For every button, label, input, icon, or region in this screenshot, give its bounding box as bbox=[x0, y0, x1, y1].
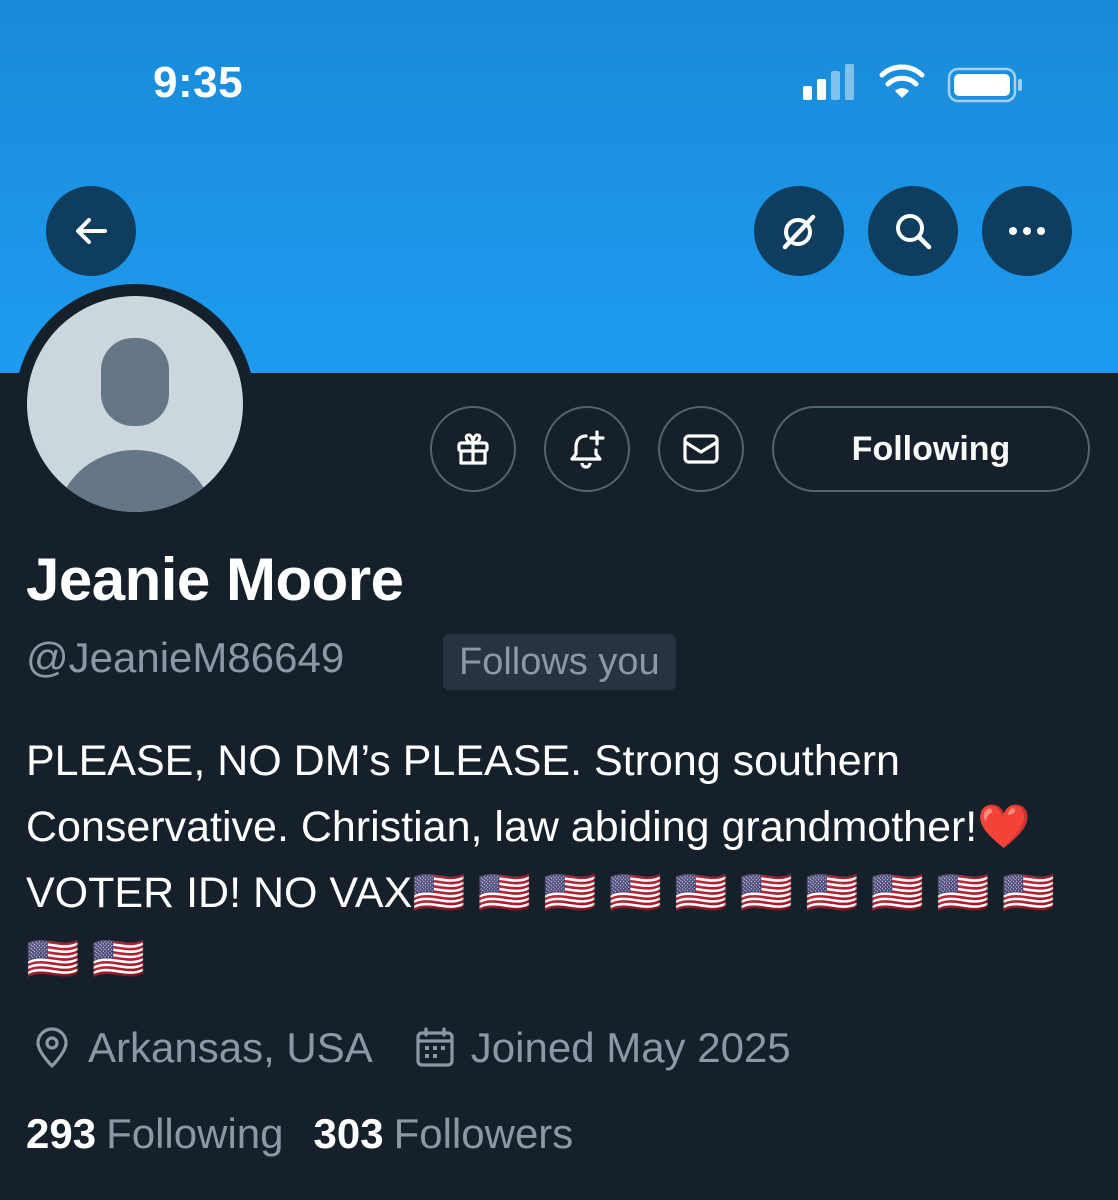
search-button[interactable] bbox=[868, 186, 958, 276]
following-count-label: Following bbox=[106, 1110, 284, 1157]
notification-button[interactable] bbox=[544, 406, 630, 492]
grok-icon bbox=[782, 214, 816, 250]
profile-meta: Arkansas, USA Joined May 2025 bbox=[30, 1018, 831, 1078]
gift-button[interactable] bbox=[430, 406, 516, 492]
avatar[interactable] bbox=[27, 296, 243, 512]
follow-counts: 293 Following 303 Followers bbox=[26, 1110, 603, 1158]
grok-button[interactable] bbox=[754, 186, 844, 276]
location-item: Arkansas, USA bbox=[30, 1024, 373, 1072]
following-button[interactable]: Following bbox=[772, 406, 1090, 492]
profile-bio: PLEASE, NO DM’s PLEASE. Strong southern … bbox=[26, 737, 1068, 983]
more-button[interactable] bbox=[982, 186, 1072, 276]
followers-count-link[interactable]: 303 Followers bbox=[314, 1110, 574, 1158]
follows-you-badge: Follows you bbox=[443, 634, 676, 690]
profile-name: Jeanie Moore bbox=[26, 546, 404, 613]
default-avatar-icon bbox=[57, 338, 213, 512]
following-count-link[interactable]: 293 Following bbox=[26, 1110, 284, 1158]
following-count: 293 bbox=[26, 1110, 97, 1157]
profile-handle: @JeanieM86649 bbox=[26, 634, 345, 681]
back-button[interactable] bbox=[46, 186, 136, 276]
status-time: 9:35 bbox=[153, 58, 244, 107]
gift-icon bbox=[457, 433, 489, 465]
more-icon bbox=[1009, 227, 1045, 235]
battery-icon bbox=[947, 67, 1022, 103]
joined-item: Joined May 2025 bbox=[413, 1024, 791, 1072]
message-button[interactable] bbox=[658, 406, 744, 492]
followers-count: 303 bbox=[313, 1110, 384, 1157]
message-icon bbox=[683, 434, 719, 464]
signal-icon bbox=[803, 64, 854, 100]
notification-bell-icon bbox=[570, 430, 605, 469]
joined-text: Joined May 2025 bbox=[470, 1024, 791, 1071]
search-icon bbox=[896, 214, 932, 250]
location-pin-icon bbox=[36, 1027, 68, 1068]
calendar-icon bbox=[416, 1027, 454, 1067]
status-icons bbox=[800, 62, 1030, 106]
wifi-icon bbox=[879, 64, 925, 98]
location-text: Arkansas, USA bbox=[88, 1024, 373, 1071]
avatar-frame bbox=[15, 284, 255, 524]
back-arrow-icon bbox=[76, 218, 107, 244]
followers-count-label: Followers bbox=[393, 1110, 574, 1157]
